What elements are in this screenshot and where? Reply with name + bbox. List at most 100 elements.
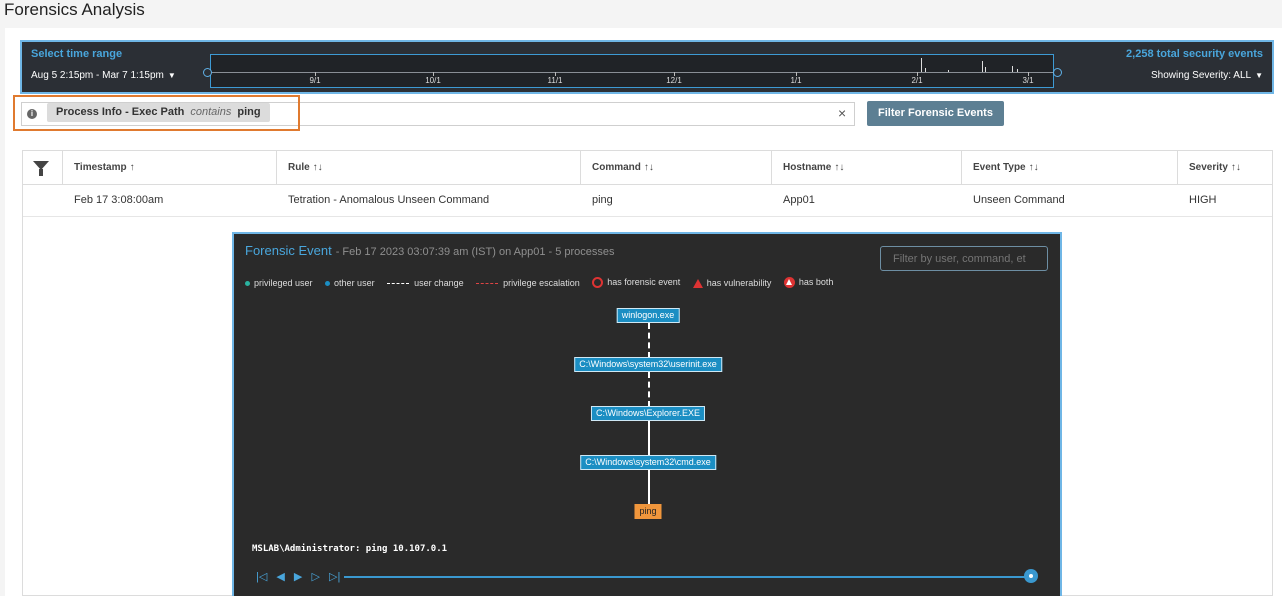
column-header-rule[interactable]: Rule ↑↓	[276, 151, 580, 184]
column-header-hostname[interactable]: Hostname ↑↓	[771, 151, 961, 184]
event-spike	[921, 58, 922, 72]
time-range-value: Aug 5 2:15pm - Mar 7 1:15pm	[31, 70, 164, 81]
timeline-brush[interactable]: 9/1 10/1 11/1 12/1 1/1 2/1 3/1	[210, 54, 1054, 88]
legend-has-both: has both	[783, 277, 834, 289]
column-header-timestamp[interactable]: Timestamp ↑	[62, 151, 276, 184]
process-node-explorer[interactable]: C:\Windows\Explorer.EXE	[590, 406, 706, 421]
tree-edge	[648, 420, 650, 455]
column-header-command[interactable]: Command ↑↓	[580, 151, 771, 184]
both-warning-icon	[783, 277, 795, 289]
forensic-event-ring-icon	[592, 277, 604, 289]
column-header-severity[interactable]: Severity ↑↓	[1177, 151, 1272, 184]
step-back-icon[interactable]: ◀	[276, 571, 284, 583]
info-icon[interactable]: i	[27, 109, 37, 119]
forensic-event-panel: Forensic Event - Feb 17 2023 03:07:39 am …	[232, 232, 1062, 596]
event-spike	[985, 67, 986, 72]
table-row[interactable]: Feb 17 3:08:00am Tetration - Anomalous U…	[23, 185, 1272, 217]
tree-edge-user-change	[648, 372, 650, 407]
event-spike	[948, 70, 949, 72]
legend-label: has vulnerability	[706, 277, 772, 288]
legend-label: user change	[414, 277, 464, 288]
cell-timestamp: Feb 17 3:08:00am	[74, 194, 164, 206]
time-range-dropdown[interactable]: Aug 5 2:15pm - Mar 7 1:15pm ▼	[31, 70, 176, 81]
command-line-text: MSLAB\Administrator: ping 10.107.0.1	[252, 544, 448, 554]
timeline-tick-label: 1/1	[790, 76, 802, 85]
forensic-event-heading: Forensic Event	[245, 243, 332, 258]
cell-hostname: App01	[783, 194, 815, 206]
forensic-event-subtitle: - Feb 17 2023 03:07:39 am (IST) on App01…	[335, 246, 615, 258]
timeline-tick-label: 9/1	[309, 76, 321, 85]
column-label: Event Type	[973, 162, 1026, 173]
tree-edge	[648, 469, 650, 504]
timeline-tick-label: 2/1	[911, 76, 923, 85]
cell-rule: Tetration - Anomalous Unseen Command	[288, 194, 490, 206]
forensic-event-title: Forensic Event - Feb 17 2023 03:07:39 am …	[245, 243, 615, 258]
timeline-tick-label: 11/1	[547, 76, 563, 85]
sort-icon: ↑↓	[312, 162, 323, 173]
process-node-winlogon[interactable]: winlogon.exe	[616, 308, 680, 323]
time-range-bar: Select time range Aug 5 2:15pm - Mar 7 1…	[20, 40, 1274, 94]
playback-slider-track[interactable]	[344, 576, 1030, 578]
legend-label: other user	[334, 277, 375, 288]
cell-command: ping	[592, 194, 613, 206]
filter-chip[interactable]: Process Info - Exec Path contains ping	[47, 103, 270, 122]
event-spike	[1012, 66, 1013, 72]
legend: privileged user other user user change p…	[245, 277, 843, 289]
sort-icon: ↑↓	[1230, 162, 1241, 173]
legend-privilege-escalation: privilege escalation	[476, 278, 580, 288]
playback-slider-handle[interactable]	[1024, 569, 1038, 583]
sort-icon: ↑↓	[834, 162, 845, 173]
table-header: Timestamp ↑ Rule ↑↓ Command ↑↓ Hostname ↑↓ E…	[23, 151, 1272, 185]
page-title: Forensics Analysis	[4, 0, 145, 19]
privileged-user-dot-icon	[245, 280, 250, 286]
other-user-dot-icon	[325, 280, 331, 286]
event-spike	[982, 61, 983, 72]
process-node-ping[interactable]: ping	[634, 504, 662, 519]
cell-event-type: Unseen Command	[973, 194, 1065, 206]
timeline-tick-label: 3/1	[1022, 76, 1034, 85]
legend-user-change: user change	[387, 278, 464, 288]
process-node-cmd[interactable]: C:\Windows\system32\cmd.exe	[580, 455, 716, 470]
column-label: Command	[592, 162, 641, 173]
skip-to-end-icon[interactable]: ▷|	[329, 571, 340, 583]
sort-icon: ↑↓	[643, 162, 654, 173]
red-dashed-line-icon	[476, 282, 499, 284]
process-node-userinit[interactable]: C:\Windows\system32\userinit.exe	[574, 357, 722, 372]
legend-label: has both	[798, 277, 834, 288]
sort-icon: ↑↓	[1028, 162, 1039, 173]
event-spike	[1017, 69, 1018, 72]
column-label: Timestamp	[74, 162, 127, 173]
playback-controls: |◁ ◀ ▶ ▷ ▷|	[256, 570, 346, 583]
chip-operator: contains	[190, 106, 232, 118]
caret-down-icon: ▼	[1255, 71, 1263, 80]
column-header-event-type[interactable]: Event Type ↑↓	[961, 151, 1177, 184]
play-icon[interactable]: ▶	[294, 571, 302, 583]
legend-label: privileged user	[254, 277, 313, 288]
column-label: Hostname	[783, 162, 832, 173]
chip-key: Process Info - Exec Path	[56, 106, 185, 118]
legend-has-vulnerability: has vulnerability	[692, 277, 772, 288]
legend-other-user: other user	[325, 278, 375, 288]
severity-dropdown[interactable]: Showing Severity: ALL ▼	[1151, 70, 1263, 81]
step-forward-icon[interactable]: ▷	[311, 571, 319, 583]
timeline-axis	[211, 72, 1053, 73]
filter-forensic-events-button[interactable]: Filter Forensic Events	[867, 101, 1004, 126]
time-range-label: Select time range	[31, 48, 123, 60]
legend-privileged-user: privileged user	[245, 278, 313, 288]
timeline-right-handle[interactable]	[1053, 68, 1062, 77]
legend-label: privilege escalation	[503, 277, 580, 288]
process-filter-input[interactable]	[880, 246, 1048, 271]
timeline-tick-label: 10/1	[425, 76, 441, 85]
clear-filter-icon[interactable]: ×	[838, 106, 846, 120]
severity-value: Showing Severity: ALL	[1151, 70, 1252, 81]
timeline-left-handle[interactable]	[203, 68, 212, 77]
total-events-count: 2,258 total security events	[1126, 48, 1263, 60]
tree-edge-user-change	[648, 323, 650, 358]
vulnerability-triangle-icon	[692, 278, 703, 288]
caret-down-icon: ▼	[167, 71, 176, 80]
dashed-line-icon	[387, 282, 410, 284]
event-spike	[925, 68, 926, 72]
skip-to-start-icon[interactable]: |◁	[256, 571, 267, 583]
column-label: Severity	[1189, 162, 1228, 173]
sort-asc-icon: ↑	[129, 162, 135, 173]
